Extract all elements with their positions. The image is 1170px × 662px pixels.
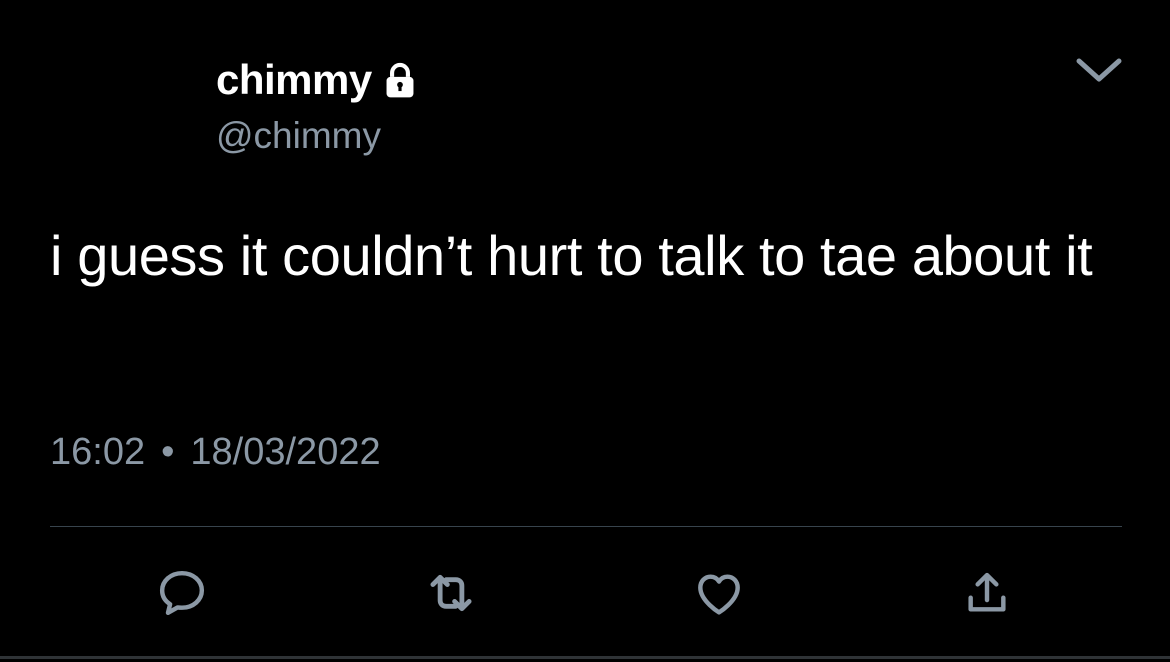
divider bbox=[50, 526, 1122, 527]
action-bar bbox=[0, 560, 1170, 630]
reply-icon bbox=[154, 565, 210, 626]
tweet-text: i guess it couldn’t hurt to talk to tae … bbox=[50, 224, 1093, 287]
like-button[interactable] bbox=[684, 560, 754, 630]
retweet-icon bbox=[422, 564, 480, 627]
share-button[interactable] bbox=[952, 560, 1022, 630]
reply-button[interactable] bbox=[147, 560, 217, 630]
chevron-down-icon[interactable] bbox=[1072, 50, 1126, 90]
tweet-timestamp[interactable]: 16:02 • 18/03/2022 bbox=[50, 426, 381, 478]
display-name[interactable]: chimmy bbox=[216, 52, 372, 108]
lock-icon bbox=[380, 60, 420, 100]
name-row: chimmy bbox=[216, 52, 420, 108]
tweet-date: 18/03/2022 bbox=[190, 431, 381, 473]
tweet-time: 16:02 bbox=[50, 431, 146, 473]
tweet-header: chimmy @chimmy bbox=[216, 52, 420, 158]
heart-icon bbox=[691, 565, 747, 626]
bottom-border bbox=[0, 656, 1170, 659]
user-handle[interactable]: @chimmy bbox=[216, 114, 420, 158]
share-icon bbox=[959, 565, 1015, 626]
meta-separator: • bbox=[161, 431, 175, 473]
retweet-button[interactable] bbox=[416, 560, 486, 630]
